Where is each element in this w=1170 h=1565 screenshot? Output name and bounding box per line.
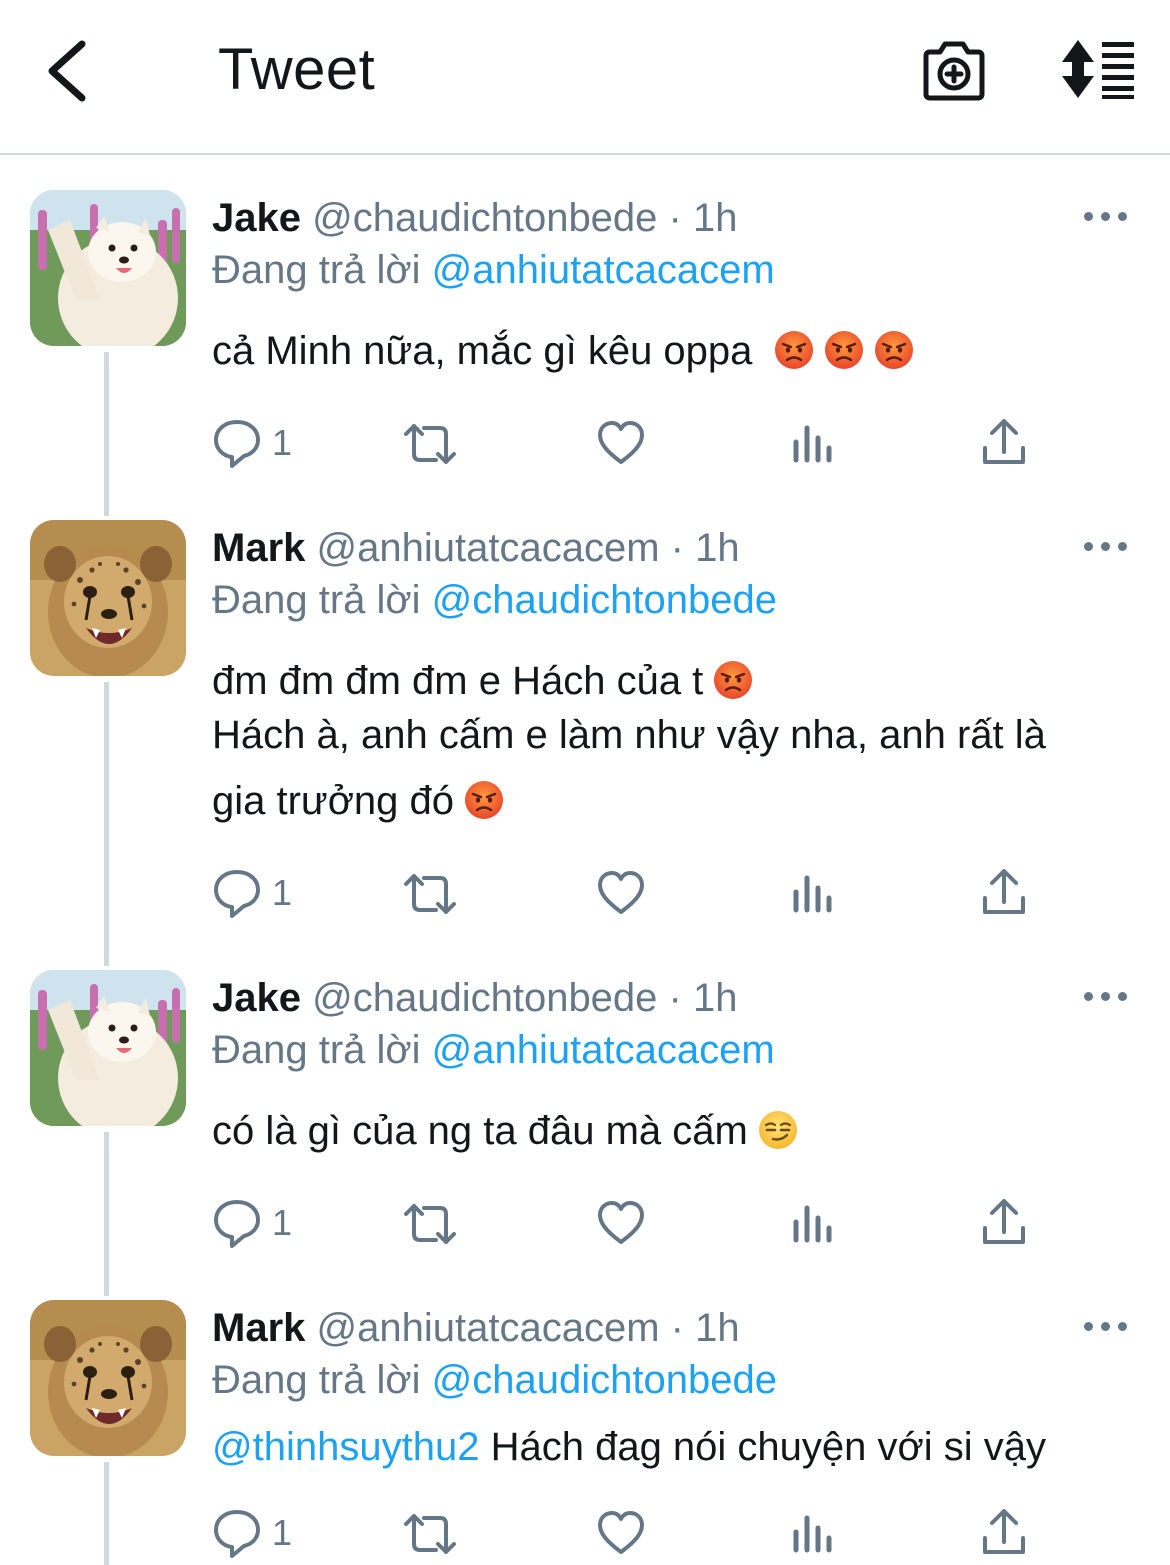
like-icon[interactable] [596, 416, 646, 472]
more-options-button[interactable] [1084, 1320, 1130, 1334]
more-options-button[interactable] [1084, 210, 1130, 224]
tweet-text: có là gì của ng ta đâu mà cấm [212, 1098, 798, 1164]
analytics-icon[interactable] [790, 1506, 836, 1562]
back-button[interactable] [38, 38, 98, 104]
tweet-actions: 1 [0, 1196, 1170, 1252]
retweet-icon[interactable] [400, 866, 460, 922]
angry-face-icon [713, 660, 753, 700]
tweet-time: · 1h [670, 526, 740, 570]
avatar[interactable] [30, 970, 186, 1126]
like-icon[interactable] [596, 1196, 646, 1252]
reply-icon[interactable] [212, 416, 262, 472]
top-bar: Tweet [0, 0, 1170, 155]
retweet-icon[interactable] [400, 1196, 460, 1252]
reply-icon[interactable] [212, 866, 262, 922]
analytics-icon[interactable] [790, 1196, 836, 1252]
author-handle[interactable]: @anhiutatcacacem [317, 1306, 660, 1350]
tweet-text-line: Hách đag nói chuyện với si vậy [490, 1425, 1046, 1469]
avatar[interactable] [30, 1300, 186, 1456]
replying-prefix: Đang trả lời [212, 578, 421, 622]
reply-icon[interactable] [212, 1196, 262, 1252]
share-icon[interactable] [980, 866, 1028, 922]
replying-to: Đang trả lời @chaudichtonbede [212, 576, 777, 624]
tweet-text-line: có là gì của ng ta đâu mà cấm [212, 1109, 748, 1153]
tweet[interactable]: Mark @anhiutatcacacem · 1h Đang trả lời … [0, 520, 1170, 940]
tweet-actions: 1 [0, 416, 1170, 472]
angry-face-icon [874, 330, 914, 370]
camera-button[interactable] [920, 40, 988, 102]
more-options-button[interactable] [1084, 540, 1130, 554]
retweet-icon[interactable] [400, 1506, 460, 1562]
replying-prefix: Đang trả lời [212, 1358, 421, 1402]
tweet[interactable]: Jake @chaudichtonbede · 1h Đang trả lời … [0, 190, 1170, 490]
tweet-text: đm đm đm đm e Hách của t Hách à, anh cấm… [212, 648, 1046, 834]
replying-mention[interactable]: @anhiutatcacacem [432, 1028, 775, 1072]
reply-count: 1 [272, 422, 293, 463]
like-icon[interactable] [596, 1506, 646, 1562]
analytics-icon[interactable] [790, 416, 836, 472]
camera-plus-icon [923, 41, 985, 101]
replying-to: Đang trả lời @chaudichtonbede [212, 1356, 777, 1404]
author-name[interactable]: Mark [212, 1306, 305, 1350]
tweet-actions: 1 [0, 1506, 1170, 1562]
replying-prefix: Đang trả lời [212, 248, 421, 292]
angry-face-icon [824, 330, 864, 370]
sort-list-icon [1062, 40, 1134, 99]
replying-prefix: Đang trả lời [212, 1028, 421, 1072]
tweet-text-line: gia trưởng đó [212, 779, 455, 823]
angry-face-icon [774, 330, 814, 370]
tweet-time: · 1h [668, 196, 738, 240]
author-handle[interactable]: @chaudichtonbede [312, 976, 657, 1020]
share-icon[interactable] [980, 416, 1028, 472]
tweet-header: Mark @anhiutatcacacem · 1h [212, 1304, 740, 1352]
tweet-mention[interactable]: @thinhsuythu2 [212, 1425, 479, 1469]
tweet[interactable]: Jake @chaudichtonbede · 1h Đang trả lời … [0, 970, 1170, 1270]
share-icon[interactable] [980, 1196, 1028, 1252]
tweet-header: Mark @anhiutatcacacem · 1h [212, 524, 740, 572]
author-name[interactable]: Mark [212, 526, 305, 570]
reply-count: 1 [272, 1512, 293, 1553]
reply-icon[interactable] [212, 1506, 262, 1562]
sort-button[interactable] [1058, 38, 1138, 100]
like-icon[interactable] [596, 866, 646, 922]
more-options-button[interactable] [1084, 990, 1130, 1004]
tweet-text-line: Hách à, anh cấm e làm như vậy nha, anh r… [212, 713, 1046, 757]
author-handle[interactable]: @chaudichtonbede [312, 196, 657, 240]
tweet-header: Jake @chaudichtonbede · 1h [212, 194, 737, 242]
smirk-face-icon [758, 1110, 798, 1150]
replying-mention[interactable]: @anhiutatcacacem [432, 248, 775, 292]
angry-face-icon [464, 780, 504, 820]
author-handle[interactable]: @anhiutatcacacem [317, 526, 660, 570]
replying-to: Đang trả lời @anhiutatcacacem [212, 1026, 775, 1074]
tweet-text: @thinhsuythu2 Hách đag nói chuyện với si… [212, 1414, 1046, 1480]
share-icon[interactable] [980, 1506, 1028, 1562]
author-name[interactable]: Jake [212, 196, 301, 240]
tweet-text: cả Minh nữa, mắc gì kêu oppa [212, 318, 914, 384]
author-name[interactable]: Jake [212, 976, 301, 1020]
retweet-icon[interactable] [400, 416, 460, 472]
page-title: Tweet [218, 37, 376, 102]
tweet-text-line: đm đm đm đm e Hách của t [212, 659, 704, 703]
avatar[interactable] [30, 190, 186, 346]
tweet-header: Jake @chaudichtonbede · 1h [212, 974, 737, 1022]
tweet-time: · 1h [668, 976, 738, 1020]
replying-mention[interactable]: @chaudichtonbede [432, 578, 777, 622]
chevron-left-icon [48, 40, 86, 102]
reply-count: 1 [272, 872, 293, 913]
analytics-icon[interactable] [790, 866, 836, 922]
avatar[interactable] [30, 520, 186, 676]
tweet-actions: 1 [0, 866, 1170, 922]
tweet[interactable]: Mark @anhiutatcacacem · 1h Đang trả lời … [0, 1300, 1170, 1565]
reply-count: 1 [272, 1202, 293, 1243]
tweet-text-line: cả Minh nữa, mắc gì kêu oppa [212, 329, 753, 373]
replying-to: Đang trả lời @anhiutatcacacem [212, 246, 775, 294]
tweet-time: · 1h [670, 1306, 740, 1350]
replying-mention[interactable]: @chaudichtonbede [432, 1358, 777, 1402]
